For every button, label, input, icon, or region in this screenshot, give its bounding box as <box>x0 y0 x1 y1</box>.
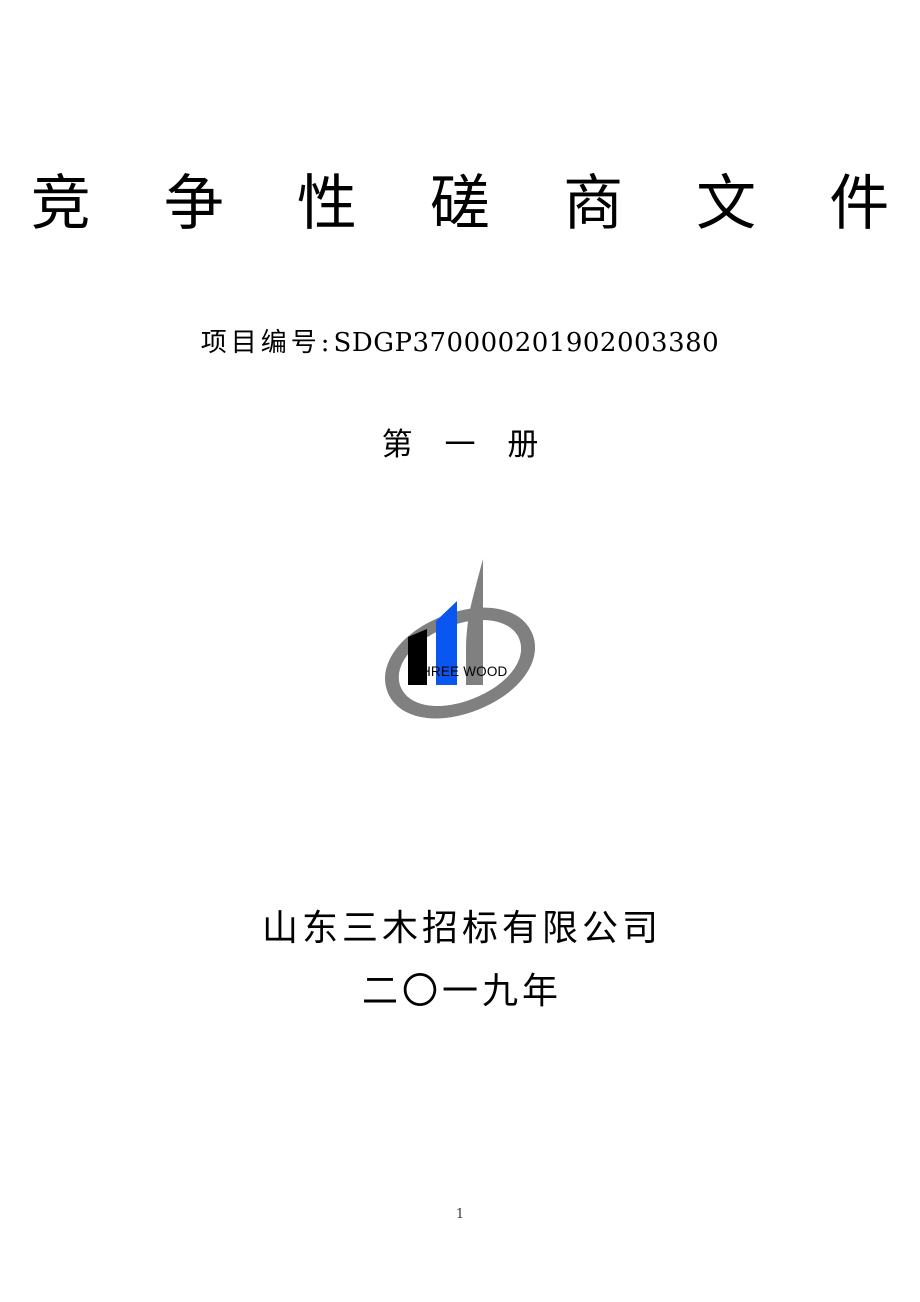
logo-wordmark: THREE WOOD <box>412 664 508 679</box>
company-logo: THREE WOOD <box>0 545 920 755</box>
company-name: 山东三木招标有限公司 <box>261 908 662 949</box>
volume-label: 第 一 册 <box>381 427 550 463</box>
document-year: 二〇一九年 <box>361 971 562 1012</box>
project-number-label: 项目编号: <box>200 328 334 358</box>
logo-graphic: THREE WOOD <box>380 545 540 745</box>
logo-svg <box>385 559 535 719</box>
page-number: 1 <box>455 1207 465 1222</box>
project-number-line: 项目编号:SDGP370000201902003380 <box>0 326 920 360</box>
document-title: 竞 争 性 磋 商 文 件 <box>30 169 917 239</box>
project-number-value: SDGP370000201902003380 <box>333 328 720 358</box>
swoosh-ring-front <box>385 633 535 719</box>
document-page: 竞 争 性 磋 商 文 件 项目编号:SDGP37000020190200338… <box>0 0 920 1302</box>
swoosh-ring-back <box>385 607 535 719</box>
